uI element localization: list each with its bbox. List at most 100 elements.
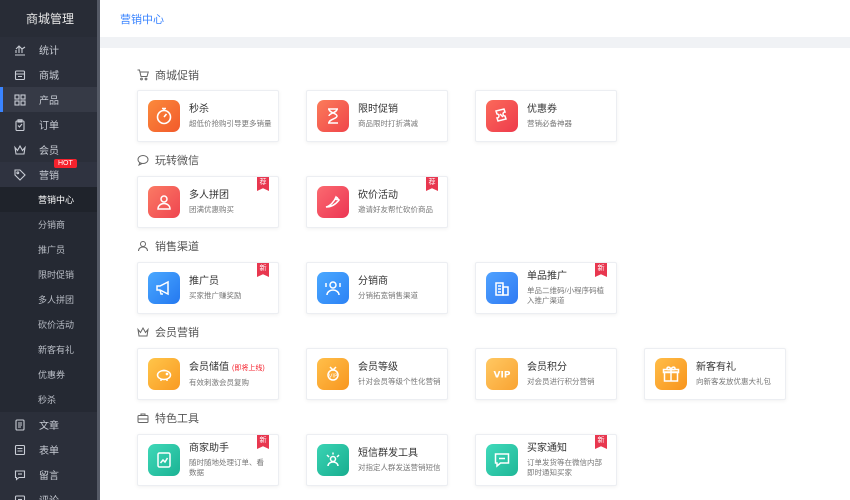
card-title: 砍价活动 bbox=[358, 190, 398, 201]
sidebar-subitem-marketing-center[interactable]: 营销中心 bbox=[0, 187, 100, 212]
sidebar-item-members[interactable]: 会员 bbox=[0, 137, 100, 162]
section-title-sales-channels: 销售渠道 bbox=[137, 238, 199, 254]
card-description: 商品限时打折满减 bbox=[358, 119, 418, 128]
card-title: 秒杀 bbox=[189, 104, 209, 115]
sidebar-item-label: 订单 bbox=[39, 121, 59, 132]
sidebar-item-store[interactable]: 商城 bbox=[0, 62, 100, 87]
notify-icon bbox=[486, 444, 518, 476]
sidebar-item-label: 表单 bbox=[39, 446, 59, 457]
card-member-points[interactable]: VIP 会员积分 对会员进行积分营销 bbox=[475, 348, 617, 400]
sidebar-subitem-bargain[interactable]: 砍价活动 bbox=[0, 312, 100, 337]
sidebar-item-label: 营销 bbox=[39, 171, 59, 182]
medal-icon: VIP bbox=[317, 358, 349, 390]
card-coupon[interactable]: 优惠券 营销必备神器 bbox=[475, 90, 617, 142]
message-icon bbox=[13, 468, 27, 482]
app-window: 商城管理 统计 商城 产品 订单 会员 营销 HOT 营销中心 分销商 推广员 … bbox=[0, 0, 850, 500]
card-new-customer-gift[interactable]: 新客有礼 向新客发放优惠大礼包 bbox=[644, 348, 786, 400]
card-title: 会员等级 bbox=[358, 362, 398, 373]
card-description: 单品二维码/小程序码植入推广渠道 bbox=[527, 286, 605, 305]
hourglass-icon bbox=[317, 100, 349, 132]
sidebar-item-articles[interactable]: 文章 bbox=[0, 412, 100, 437]
marketing-center-panel: 商城促销 秒杀 超低价抢购引导更多销量 限时促销 商品限时打折满减 优惠券 营销… bbox=[100, 48, 850, 500]
card-title: 推广员 bbox=[189, 276, 219, 287]
card-description: 买家推广赚奖励 bbox=[189, 291, 242, 300]
section-title-wechat: 玩转微信 bbox=[137, 152, 199, 168]
card-flash-promo[interactable]: 限时促销 商品限时打折满减 bbox=[306, 90, 448, 142]
card-group-buy[interactable]: 多人拼团 团满优惠购买 荐 bbox=[137, 176, 279, 228]
sidebar-item-label: 评论 bbox=[39, 492, 59, 500]
stopwatch-icon bbox=[148, 100, 180, 132]
section-title-text: 会员营销 bbox=[155, 327, 199, 339]
card-merchant-assistant[interactable]: 商家助手 随时随地处理订单、看数据 新 bbox=[137, 434, 279, 486]
megaphone-icon bbox=[148, 272, 180, 304]
sidebar-subitem-new-customer-gift[interactable]: 新客有礼 bbox=[0, 337, 100, 362]
sidebar-item-comments[interactable]: 评论 bbox=[0, 487, 100, 500]
sms-icon bbox=[317, 444, 349, 476]
bargain-icon bbox=[317, 186, 349, 218]
sidebar-subitem-group-buy[interactable]: 多人拼团 bbox=[0, 287, 100, 312]
sidebar-item-forms[interactable]: 表单 bbox=[0, 437, 100, 462]
coupon-icon bbox=[486, 100, 518, 132]
store-icon bbox=[13, 68, 27, 82]
card-description: 对会员进行积分营销 bbox=[527, 377, 595, 386]
card-title: 短信群发工具 bbox=[358, 448, 418, 459]
assistant-icon bbox=[148, 444, 180, 476]
card-member-deposit[interactable]: 会员储值 (即将上线) 有效刺激会员复购 bbox=[137, 348, 279, 400]
card-description: 针对会员等级个性化营销 bbox=[358, 377, 441, 386]
new-badge: 新 bbox=[257, 263, 269, 277]
sidebar-item-messages[interactable]: 留言 bbox=[0, 462, 100, 487]
card-title-text: 会员储值 bbox=[189, 361, 229, 373]
form-icon bbox=[13, 443, 27, 457]
card-title: 会员积分 bbox=[527, 362, 567, 373]
section-title-text: 商城促销 bbox=[155, 70, 199, 82]
sidebar-subitem-flash-promo[interactable]: 限时促销 bbox=[0, 262, 100, 287]
card-seckill[interactable]: 秒杀 超低价抢购引导更多销量 bbox=[137, 90, 279, 142]
coming-soon-tag: (即将上线) bbox=[232, 364, 265, 372]
card-description: 向新客发放优惠大礼包 bbox=[696, 377, 771, 386]
crown-icon bbox=[13, 143, 27, 157]
sidebar-item-marketing[interactable]: 营销 HOT bbox=[0, 159, 100, 187]
card-sms-broadcast[interactable]: 短信群发工具 对指定人群发送营销短信 bbox=[306, 434, 448, 486]
card-title: 优惠券 bbox=[527, 104, 557, 115]
card-distributor[interactable]: 分销商 分销拓宽销售渠道 bbox=[306, 262, 448, 314]
grid-icon bbox=[13, 93, 27, 107]
document-icon bbox=[13, 418, 27, 432]
card-description: 有效刺激会员复购 bbox=[189, 377, 249, 387]
sidebar-item-label: 产品 bbox=[39, 96, 59, 107]
card-title: 分销商 bbox=[358, 276, 388, 287]
section-title-text: 特色工具 bbox=[155, 413, 199, 425]
tag-icon bbox=[13, 168, 27, 182]
card-title: 多人拼团 bbox=[189, 190, 229, 201]
sidebar-item-label: 文章 bbox=[39, 421, 59, 432]
sidebar-item-products[interactable]: 产品 bbox=[0, 87, 100, 112]
card-single-product-promo[interactable]: 单品推广 单品二维码/小程序码植入推广渠道 新 bbox=[475, 262, 617, 314]
crown-icon bbox=[137, 326, 149, 338]
section-title-text: 销售渠道 bbox=[155, 241, 199, 253]
sidebar-subitem-promoters[interactable]: 推广员 bbox=[0, 237, 100, 262]
card-description: 分销拓宽销售渠道 bbox=[358, 291, 418, 300]
vip-icon: VIP bbox=[486, 358, 518, 390]
sidebar-item-orders[interactable]: 订单 bbox=[0, 112, 100, 137]
card-bargain[interactable]: 砍价活动 邀请好友帮忙砍价商品 荐 bbox=[306, 176, 448, 228]
sidebar-item-stats[interactable]: 统计 bbox=[0, 37, 100, 62]
card-promoter[interactable]: 推广员 买家推广赚奖励 新 bbox=[137, 262, 279, 314]
bar-chart-icon bbox=[13, 43, 27, 57]
distributor-icon bbox=[317, 272, 349, 304]
gift-icon bbox=[655, 358, 687, 390]
sidebar-subitem-coupons[interactable]: 优惠券 bbox=[0, 362, 100, 387]
group-icon bbox=[148, 186, 180, 218]
sidebar-subitem-seckill[interactable]: 秒杀 bbox=[0, 387, 100, 412]
breadcrumb[interactable]: 营销中心 bbox=[120, 11, 164, 27]
card-description: 营销必备神器 bbox=[527, 119, 572, 128]
card-buyer-notification[interactable]: 买家通知 订单发货等在微信内部即时通知买家 新 bbox=[475, 434, 617, 486]
sidebar-subitem-distributors[interactable]: 分销商 bbox=[0, 212, 100, 237]
section-title-member-marketing: 会员营销 bbox=[137, 324, 199, 340]
card-title: 限时促销 bbox=[358, 104, 398, 115]
card-description: 订单发货等在微信内部即时通知买家 bbox=[527, 458, 602, 477]
card-title: 会员储值 (即将上线) bbox=[189, 361, 265, 376]
user-icon bbox=[137, 240, 149, 252]
brand-title: 商城管理 bbox=[0, 0, 100, 37]
sidebar: 商城管理 统计 商城 产品 订单 会员 营销 HOT 营销中心 分销商 推广员 … bbox=[0, 0, 100, 500]
chat-bubble-icon bbox=[137, 154, 149, 166]
card-member-level[interactable]: VIP 会员等级 针对会员等级个性化营销 bbox=[306, 348, 448, 400]
